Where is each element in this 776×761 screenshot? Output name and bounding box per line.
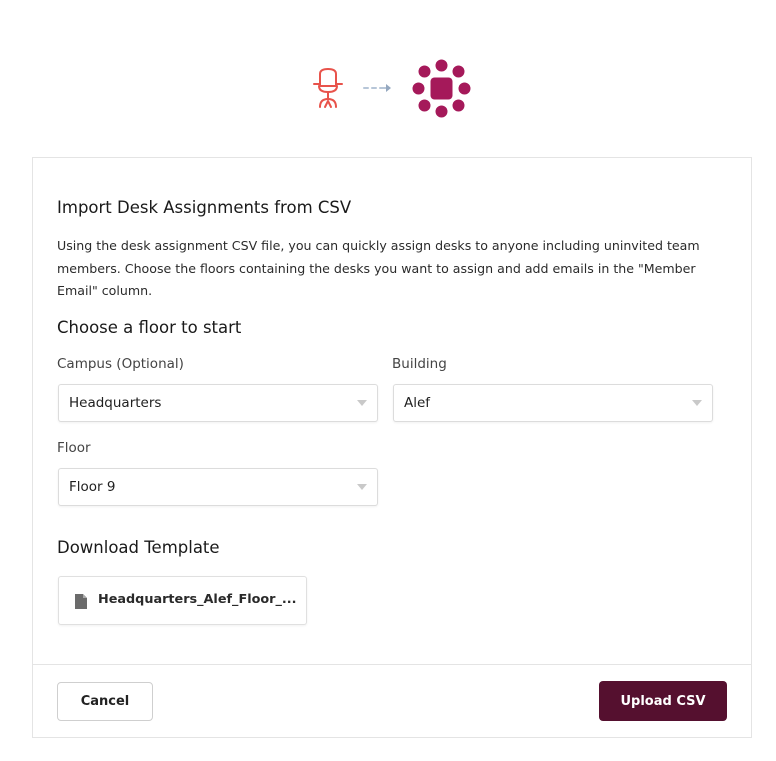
chevron-down-icon [357, 400, 367, 406]
download-template-heading: Download Template [57, 538, 220, 557]
import-illustration [0, 0, 776, 157]
chevron-down-icon [692, 400, 702, 406]
campus-label: Campus (Optional) [57, 356, 184, 372]
footer-divider [33, 664, 751, 665]
document-icon [75, 594, 87, 609]
campus-select[interactable]: Headquarters [58, 384, 378, 422]
integration-app-icon [412, 59, 471, 118]
floor-select-value: Floor 9 [69, 479, 116, 495]
template-file-link[interactable]: Headquarters_Alef_Floor_... [58, 576, 307, 625]
building-label: Building [392, 356, 447, 372]
campus-select-value: Headquarters [69, 395, 162, 411]
floor-select[interactable]: Floor 9 [58, 468, 378, 506]
chevron-down-icon [357, 484, 367, 490]
dialog-title: Import Desk Assignments from CSV [57, 198, 352, 217]
choose-floor-heading: Choose a floor to start [57, 318, 242, 337]
office-chair-icon [313, 68, 343, 108]
building-select[interactable]: Alef [393, 384, 713, 422]
dialog-description: Using the desk assignment CSV file, you … [57, 238, 700, 298]
upload-csv-button[interactable]: Upload CSV [599, 681, 727, 721]
dashed-arrow-icon [363, 84, 391, 92]
floor-label: Floor [57, 440, 91, 456]
template-file-name: Headquarters_Alef_Floor_... [98, 592, 297, 607]
building-select-value: Alef [404, 395, 431, 411]
cancel-button[interactable]: Cancel [57, 682, 153, 721]
import-dialog: Import Desk Assignments from CSV Using t… [32, 157, 752, 738]
